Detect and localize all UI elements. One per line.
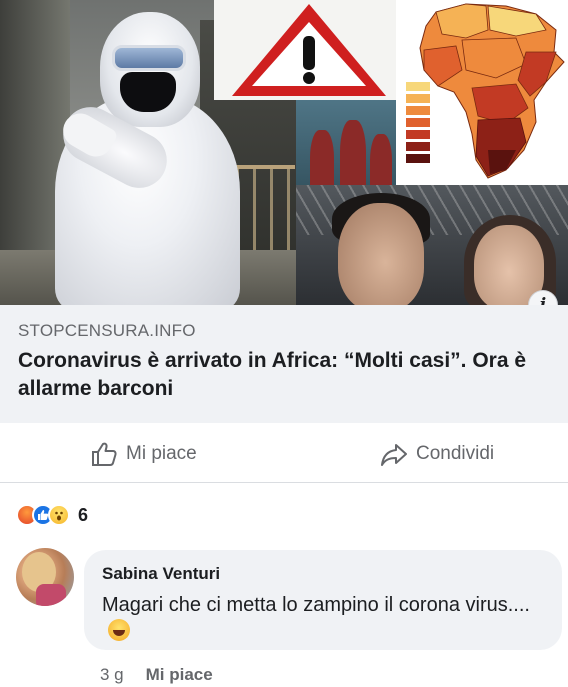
- share-button-label: Condividi: [416, 443, 495, 464]
- link-title[interactable]: Coronavirus è arrivato in Africa: “Molti…: [18, 347, 563, 403]
- post-actions-bar: Mi piace Condividi: [0, 423, 568, 483]
- link-preview-image[interactable]: i: [0, 0, 568, 305]
- comment-author[interactable]: Sabina Venturi: [102, 564, 220, 584]
- avatar[interactable]: [16, 548, 74, 606]
- wow-reaction-icon: [48, 504, 70, 526]
- map-legend: [406, 82, 430, 166]
- comment-text: Magari che ci metta lo zampino il corona…: [102, 592, 542, 646]
- comment-meta: 3 g Mi piace: [100, 665, 213, 685]
- share-arrow-icon: [381, 444, 407, 466]
- thumbs-up-icon: [92, 442, 117, 466]
- reactions-summary[interactable]: 6: [16, 503, 88, 527]
- share-button[interactable]: Condividi: [380, 439, 494, 469]
- laughing-emoji-icon: [108, 619, 130, 641]
- africa-map: [396, 0, 568, 190]
- like-button-label: Mi piace: [126, 443, 197, 464]
- comment-bubble: Sabina Venturi Magari che ci metta lo za…: [84, 550, 562, 650]
- comment-timestamp[interactable]: 3 g: [100, 665, 124, 685]
- link-preview-text[interactable]: STOPCENSURA.INFO Coronavirus è arrivato …: [0, 305, 568, 423]
- link-domain: STOPCENSURA.INFO: [18, 321, 196, 340]
- warning-sign-panel: [214, 0, 402, 100]
- comment-like-button[interactable]: Mi piace: [146, 665, 213, 685]
- like-button[interactable]: Mi piace: [90, 439, 197, 469]
- politicians-photo: [296, 185, 568, 305]
- reaction-count: 6: [78, 504, 89, 525]
- warning-triangle-icon: [232, 4, 386, 96]
- comment-text-body: Magari che ci metta lo zampino il corona…: [102, 594, 530, 616]
